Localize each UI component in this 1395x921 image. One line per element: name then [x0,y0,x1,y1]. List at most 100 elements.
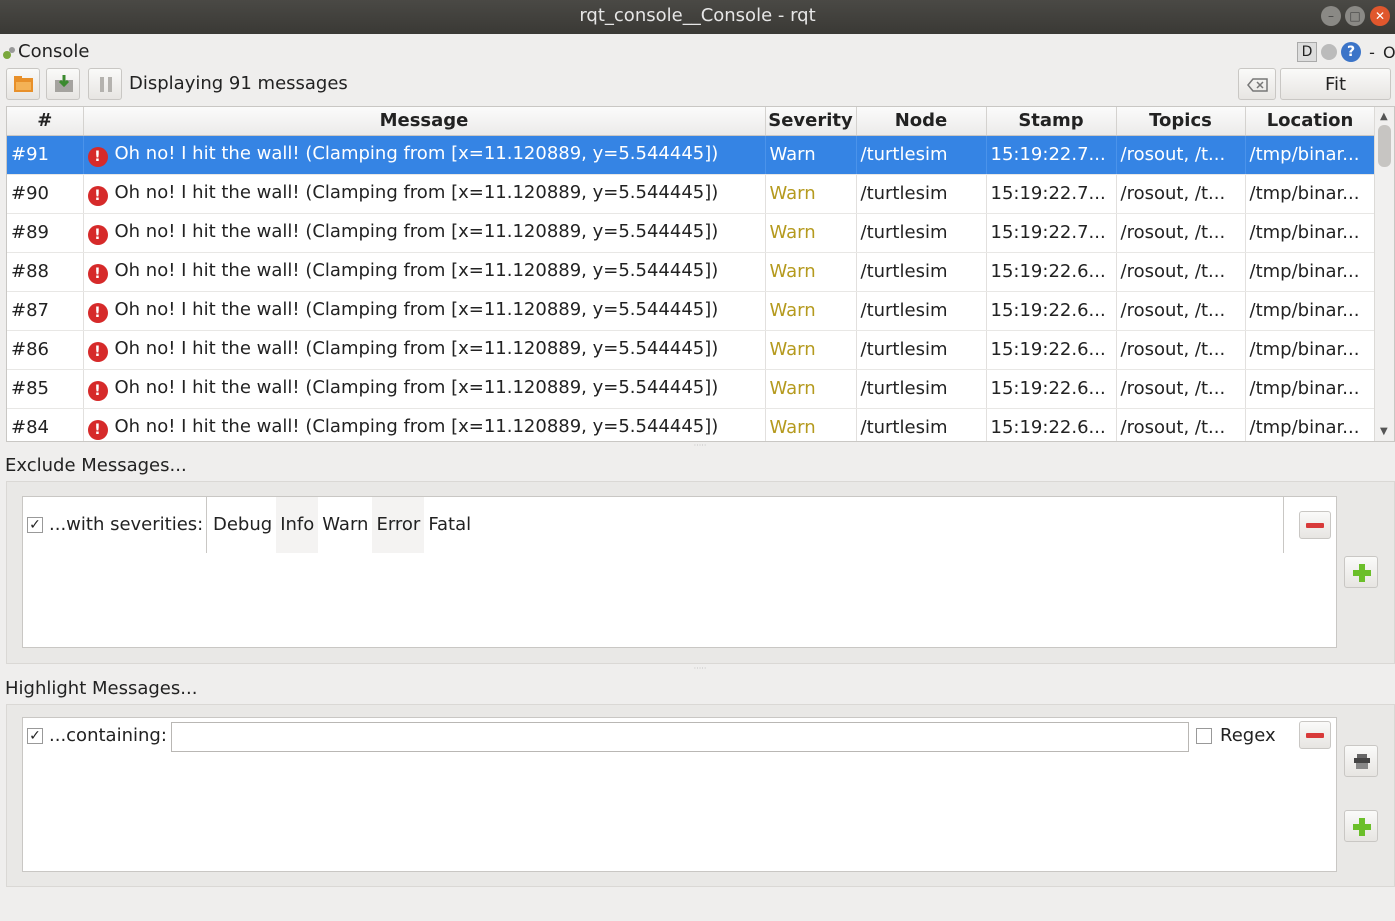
help-icon[interactable]: ? [1341,42,1361,62]
fit-columns-button[interactable]: Fit Columns [1280,68,1391,125]
add-exclude-rule-button[interactable] [1344,556,1378,588]
row-stamp: 15:19:22.6... [986,252,1117,292]
row-topics: /rosout, /t... [1116,174,1246,214]
row-message: Oh no! I hit the wall! (Clamping from [x… [114,415,719,437]
severity-option-debug[interactable]: Debug [209,497,276,553]
scroll-down-icon[interactable]: ▼ [1380,426,1388,437]
table-row[interactable]: #84 ! Oh no! I hit the wall! (Clamping fr… [7,408,1376,441]
pause-icon [100,77,112,92]
highlight-rule-list: ✓ ...containing: Regex [22,717,1337,872]
row-topics: /rosout, /t... [1116,330,1246,370]
dock-button[interactable]: D [1297,42,1317,62]
severity-option-warn[interactable]: Warn [318,497,372,553]
row-severity: Warn [765,330,857,370]
row-message: Oh no! I hit the wall! (Clamping from [x… [114,181,719,203]
severity-option-error[interactable]: Error [372,497,425,553]
close-plugin-button[interactable]: O [1383,43,1395,62]
row-stamp: 15:19:22.7... [986,135,1117,175]
column-header-message[interactable]: Message [83,107,766,136]
severity-list: Debug Info Warn Error Fatal [206,497,1284,553]
column-header-topics[interactable]: Topics [1116,107,1246,136]
row-id: #86 [7,330,84,370]
row-node: /turtlesim [856,369,987,409]
row-location: /tmp/binar... [1245,252,1376,292]
error-circle-icon: ! [87,224,108,245]
plugin-title: Console [2,40,89,64]
column-header-id[interactable]: # [7,107,84,136]
table-row[interactable]: #86 ! Oh no! I hit the wall! (Clamping fr… [7,330,1376,370]
row-node: /turtlesim [856,174,987,214]
regex-checkbox[interactable] [1196,728,1212,744]
highlight-rule-checkbox[interactable]: ✓ [27,728,43,744]
column-header-severity[interactable]: Severity [765,107,857,136]
table-row[interactable]: #90 ! Oh no! I hit the wall! (Clamping fr… [7,174,1376,214]
remove-highlight-rule-button[interactable] [1299,721,1331,749]
gear-icon[interactable] [1321,44,1337,60]
folder-open-icon [14,76,33,92]
table-row[interactable]: #87 ! Oh no! I hit the wall! (Clamping fr… [7,291,1376,331]
highlight-text-input[interactable] [171,722,1189,752]
clear-icon [1247,78,1268,92]
row-id: #91 [7,135,84,175]
minimize-plugin-button[interactable]: - [1365,43,1379,62]
maximize-icon[interactable]: □ [1345,6,1365,26]
minimize-icon[interactable]: – [1321,6,1341,26]
message-count-status: Displaying 91 messages [129,73,348,94]
table-row[interactable]: #91 ! Oh no! I hit the wall! (Clamping fr… [7,135,1376,175]
row-stamp: 15:19:22.6... [986,408,1117,441]
open-button[interactable] [6,68,40,100]
row-stamp: 15:19:22.7... [986,213,1117,253]
exclude-rule-label: ...with severities: [49,514,204,535]
save-icon [55,75,73,92]
error-circle-icon: ! [87,380,108,401]
row-message: Oh no! I hit the wall! (Clamping from [x… [114,142,719,164]
row-location: /tmp/binar... [1245,213,1376,253]
add-highlight-rule-button[interactable] [1344,810,1378,842]
row-stamp: 15:19:22.6... [986,291,1117,331]
row-id: #85 [7,369,84,409]
add-plus-icon [1353,818,1371,836]
clear-button[interactable] [1238,68,1276,100]
row-message: Oh no! I hit the wall! (Clamping from [x… [114,376,719,398]
regex-label: Regex [1220,725,1276,746]
row-node: /turtlesim [856,408,987,441]
row-location: /tmp/binar... [1245,135,1376,175]
severity-option-info[interactable]: Info [276,497,319,553]
table-scrollbar[interactable]: ▲ ▼ [1374,107,1394,441]
column-header-location[interactable]: Location [1245,107,1376,136]
splitter-handle[interactable]: ····· [688,442,712,450]
table-row[interactable]: #85 ! Oh no! I hit the wall! (Clamping fr… [7,369,1376,409]
row-node: /turtlesim [856,135,987,175]
remove-minus-icon [1306,733,1324,738]
exclude-section-title: Exclude Messages... [5,455,187,476]
row-severity: Warn [765,135,857,175]
highlight-section-title: Highlight Messages... [5,678,198,699]
row-node: /turtlesim [856,291,987,331]
column-header-node[interactable]: Node [856,107,987,136]
splitter-handle[interactable]: ····· [688,665,712,673]
exclude-rule-list: ✓ ...with severities: Debug Info Warn Er… [22,496,1337,648]
row-id: #88 [7,252,84,292]
highlight-filter-toggle-button[interactable] [1344,745,1378,777]
remove-exclude-rule-button[interactable] [1299,511,1331,539]
row-location: /tmp/binar... [1245,174,1376,214]
error-circle-icon: ! [87,341,108,362]
highlight-rule-label: ...containing: [49,725,167,746]
plugin-corner-controls: D ? - O [1297,40,1395,64]
table-row[interactable]: #88 ! Oh no! I hit the wall! (Clamping fr… [7,252,1376,292]
error-circle-icon: ! [87,146,108,167]
scroll-up-icon[interactable]: ▲ [1380,111,1388,122]
save-button[interactable] [46,68,80,100]
scrollbar-thumb[interactable] [1378,125,1391,167]
error-circle-icon: ! [87,302,108,323]
row-location: /tmp/binar... [1245,369,1376,409]
table-row[interactable]: #89 ! Oh no! I hit the wall! (Clamping fr… [7,213,1376,253]
row-node: /turtlesim [856,330,987,370]
pause-button[interactable] [88,68,122,100]
exclude-rule-checkbox[interactable]: ✓ [27,517,43,533]
severity-option-fatal[interactable]: Fatal [424,497,475,553]
row-severity: Warn [765,252,857,292]
column-header-stamp[interactable]: Stamp [986,107,1117,136]
close-icon[interactable]: ✕ [1370,6,1390,26]
row-node: /turtlesim [856,213,987,253]
